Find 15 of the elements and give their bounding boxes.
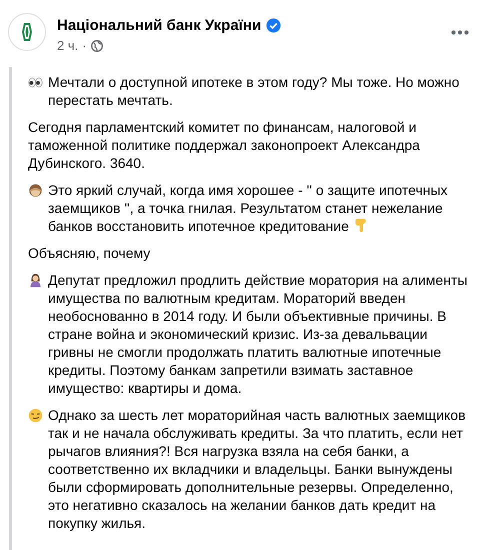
smirking-face-emoji-icon	[28, 408, 43, 423]
post-paragraph: Однако за шесть лет мораторийная часть валютных заемщиков так и не начала обслуживать кредиты. За что платить, если нет рычагов влияния?! Вся нагрузка взяла на себя банки, а соответственно их вкладчики и владельцы. Банки вынуждены были сформировать дополнительные резервы. Определенно, это негативно сказалось на желании банков дать кредит на покупку жилья.	[48, 407, 466, 531]
bank-logo-avatar[interactable]	[8, 13, 46, 51]
post-paragraph: Депутат предложил продлить действие моратория на алименты имущества по валютным кредитам. Мораторий введен необоснованно в 2014 году. И были объективные причины. В стране война и экономический кризис. Из-за девальвации гривны не смогли продолжать платить валютные ипотечные кредиты. Поэтому банкам запретили взимать заставное имущество: квартиры и дома.	[48, 272, 468, 396]
page-name[interactable]: Національний банк України	[57, 17, 262, 34]
woman-emoji-icon	[28, 273, 43, 288]
post-paragraph: Это яркий случай, когда имя хорошее - '' о защите ипотечных заемщиков '', а точка гнилая. Результатом станет нежелание банков восстановить ипотечное кредитование	[48, 182, 448, 234]
post-time[interactable]: 2 ч.	[57, 38, 78, 53]
eyes-emoji-icon	[28, 75, 43, 90]
post-paragraph: Мечтали о доступной ипотеке в этом году? Мы тоже. Но можно перестать мечтать.	[48, 74, 460, 108]
globe-icon	[90, 40, 103, 52]
more-options-icon[interactable]	[451, 30, 469, 35]
post-paragraph: Объясняю, почему	[28, 245, 150, 261]
separator-dot: ·	[82, 38, 87, 53]
post-paragraph: Сегодня парламентский комитет по финансам, налоговой и таможенной политике поддержал законопроект Александра Дубинского. 3640.	[28, 119, 420, 171]
